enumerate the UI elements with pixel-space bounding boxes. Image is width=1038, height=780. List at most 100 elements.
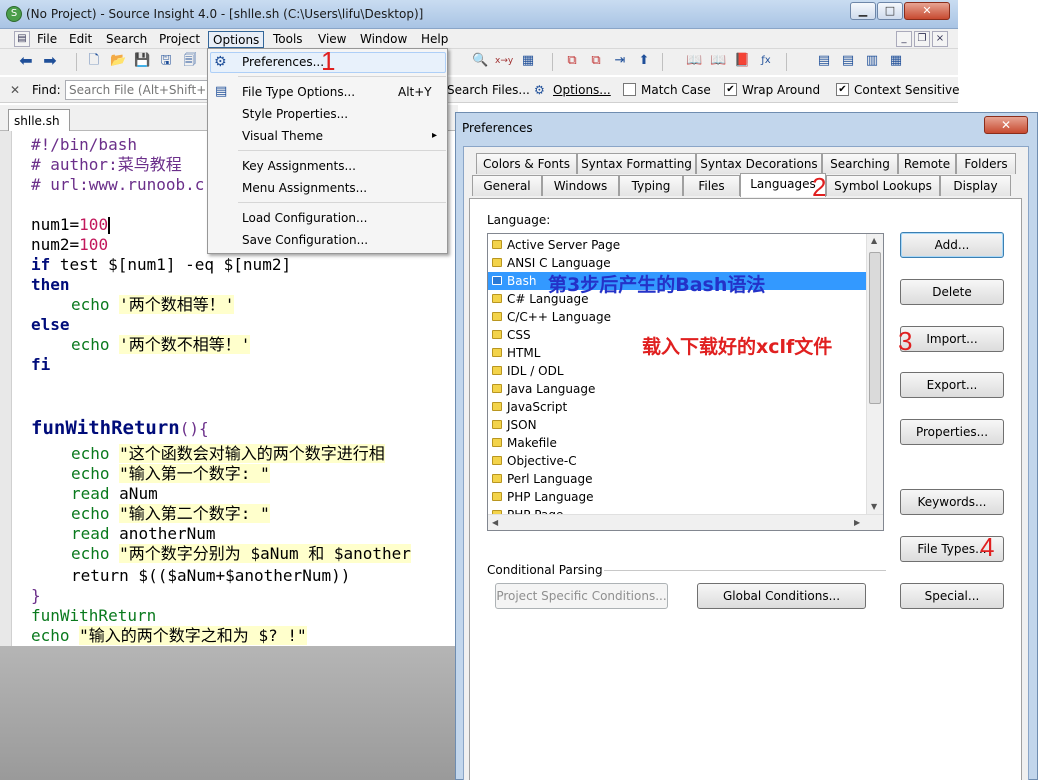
project-conditions-button[interactable]: Project Specific Conditions...	[495, 583, 668, 609]
menu-file[interactable]: File	[33, 31, 61, 48]
menu-options[interactable]: Options	[208, 31, 265, 48]
tab-general[interactable]: General	[472, 175, 542, 196]
layout-4-icon[interactable]: ▦	[888, 53, 904, 69]
list-item[interactable]: IDL / ODL	[488, 362, 867, 380]
list-item[interactable]: Active Server Page	[488, 236, 867, 254]
tab-colors-fonts[interactable]: Colors & Fonts	[476, 153, 577, 174]
menu-item-key-assignments[interactable]: Key Assignments...	[242, 157, 356, 175]
menu-tools[interactable]: Tools	[269, 31, 307, 48]
new-file-icon[interactable]: 🗋	[86, 53, 102, 69]
open-file-icon[interactable]: 📂	[110, 53, 126, 69]
toolbar-separator	[662, 53, 663, 71]
book-icon[interactable]: 📖	[686, 53, 702, 69]
tab-searching[interactable]: Searching	[822, 153, 898, 174]
menu-window[interactable]: Window	[356, 31, 411, 48]
list-item[interactable]: Objective-C	[488, 452, 867, 470]
menu-help[interactable]: Help	[417, 31, 452, 48]
jump-icon[interactable]: ⇥	[612, 53, 628, 69]
list-item[interactable]: C/C++ Language	[488, 308, 867, 326]
upload-icon[interactable]: ⬆	[636, 53, 652, 69]
tab-windows[interactable]: Windows	[542, 175, 619, 196]
tab-syntax-decorations[interactable]: Syntax Decorations	[696, 153, 822, 174]
list-item[interactable]: JSON	[488, 416, 867, 434]
special-button[interactable]: Special...	[900, 583, 1004, 609]
menu-item-load-configuration[interactable]: Load Configuration...	[242, 209, 367, 227]
menu-separator	[238, 150, 446, 151]
bookmark-prev-icon[interactable]: ⧉	[564, 53, 580, 69]
annotation-import-note: 载入下载好的xclf文件	[642, 336, 833, 358]
tab-symbol-lookups[interactable]: Symbol Lookups	[826, 175, 940, 196]
delete-button[interactable]: Delete	[900, 279, 1004, 305]
find-input[interactable]	[65, 80, 210, 100]
menu-item-style-properties[interactable]: Style Properties...	[242, 105, 348, 123]
bookmark-next-icon[interactable]: ⧉	[588, 53, 604, 69]
match-case-checkbox[interactable]	[623, 83, 636, 96]
wrap-around-checkbox[interactable]: ✔	[724, 83, 737, 96]
dialog-close-button[interactable]: ✕	[984, 116, 1028, 134]
search-icon[interactable]: 🔍	[472, 53, 488, 69]
keywords-button[interactable]: Keywords...	[900, 489, 1004, 515]
save-all-icon[interactable]: 🖫	[158, 53, 174, 69]
menu-item-visual-theme[interactable]: Visual Theme	[242, 127, 323, 145]
file-tab[interactable]: shlle.sh ×	[8, 109, 70, 142]
save-icon[interactable]: 💾	[134, 53, 150, 69]
browse-icon[interactable]: 📖	[710, 53, 726, 69]
find-label: Find:	[32, 83, 61, 97]
add-button[interactable]: Add...	[900, 232, 1004, 258]
menu-edit[interactable]: Edit	[65, 31, 96, 48]
tab-display[interactable]: Display	[940, 175, 1011, 196]
maximize-button[interactable]: □	[877, 2, 903, 20]
vertical-scrollbar[interactable]: ▲ ▼	[866, 234, 883, 516]
layout-3-icon[interactable]: ▥	[864, 53, 880, 69]
tab-typing[interactable]: Typing	[619, 175, 683, 196]
minimize-button[interactable]: ▁	[850, 2, 876, 20]
code-line: #!/bin/bash	[31, 135, 137, 154]
layout-1-icon[interactable]: ▤	[816, 53, 832, 69]
tab-remote[interactable]: Remote	[898, 153, 956, 174]
list-item[interactable]: Makefile	[488, 434, 867, 452]
library-icon[interactable]: 📕	[734, 53, 750, 69]
menu-item-preferences[interactable]: Preferences...	[242, 53, 324, 71]
lookup-icon[interactable]: ▦	[520, 53, 536, 69]
menu-search[interactable]: Search	[102, 31, 151, 48]
toolbar-separator	[552, 53, 553, 71]
close-button[interactable]: ✕	[904, 2, 950, 20]
tab-folders[interactable]: Folders	[956, 153, 1016, 174]
list-item[interactable]: JavaScript	[488, 398, 867, 416]
menu-item-file-type-options[interactable]: File Type Options...	[242, 83, 355, 101]
list-item[interactable]: Perl Language	[488, 470, 867, 488]
export-button[interactable]: Export...	[900, 372, 1004, 398]
mdi-close-icon[interactable]: ×	[932, 31, 948, 47]
find-options-button[interactable]: Options...	[553, 83, 611, 97]
toolbar-separator	[786, 53, 787, 71]
forward-arrow-icon[interactable]: ➡	[42, 53, 58, 69]
menu-project[interactable]: Project	[155, 31, 204, 48]
function-icon[interactable]: ƒx	[758, 53, 774, 69]
layout-2-icon[interactable]: ▤	[840, 53, 856, 69]
code-line: echo '两个数相等！'	[71, 295, 235, 314]
properties-button[interactable]: Properties...	[900, 419, 1004, 445]
mdi-restore-icon[interactable]: ❐	[914, 31, 930, 47]
list-item[interactable]: Java Language	[488, 380, 867, 398]
title-bar: S (No Project) - Source Insight 4.0 - [s…	[0, 0, 958, 29]
import-button[interactable]: Import...	[900, 326, 1004, 352]
close-file-icon[interactable]: 🗐	[182, 53, 198, 69]
menu-item-menu-assignments[interactable]: Menu Assignments...	[242, 179, 367, 197]
context-sensitive-checkbox[interactable]: ✔	[836, 83, 849, 96]
replace-icon[interactable]: x→y	[495, 53, 513, 69]
list-item[interactable]: PHP Language	[488, 488, 867, 506]
menu-item-save-configuration[interactable]: Save Configuration...	[242, 231, 368, 249]
find-close-icon[interactable]: ✕	[10, 83, 20, 97]
submenu-arrow-icon: ▸	[432, 130, 438, 141]
menu-bar: ▤ File Edit Search Project Options Tools…	[0, 29, 958, 49]
horizontal-scrollbar[interactable]: ◀ ▶	[488, 514, 883, 530]
search-files-button[interactable]: Search Files...	[447, 83, 530, 97]
scroll-thumb[interactable]	[869, 252, 881, 404]
tab-files[interactable]: Files	[683, 175, 740, 196]
code-line: # url:www.runoob.c	[31, 175, 205, 194]
back-arrow-icon[interactable]: ⬅	[18, 53, 34, 69]
mdi-minimize-icon[interactable]: _	[896, 31, 912, 47]
language-icon	[492, 366, 502, 375]
tab-syntax-formatting[interactable]: Syntax Formatting	[577, 153, 696, 174]
global-conditions-button[interactable]: Global Conditions...	[697, 583, 866, 609]
